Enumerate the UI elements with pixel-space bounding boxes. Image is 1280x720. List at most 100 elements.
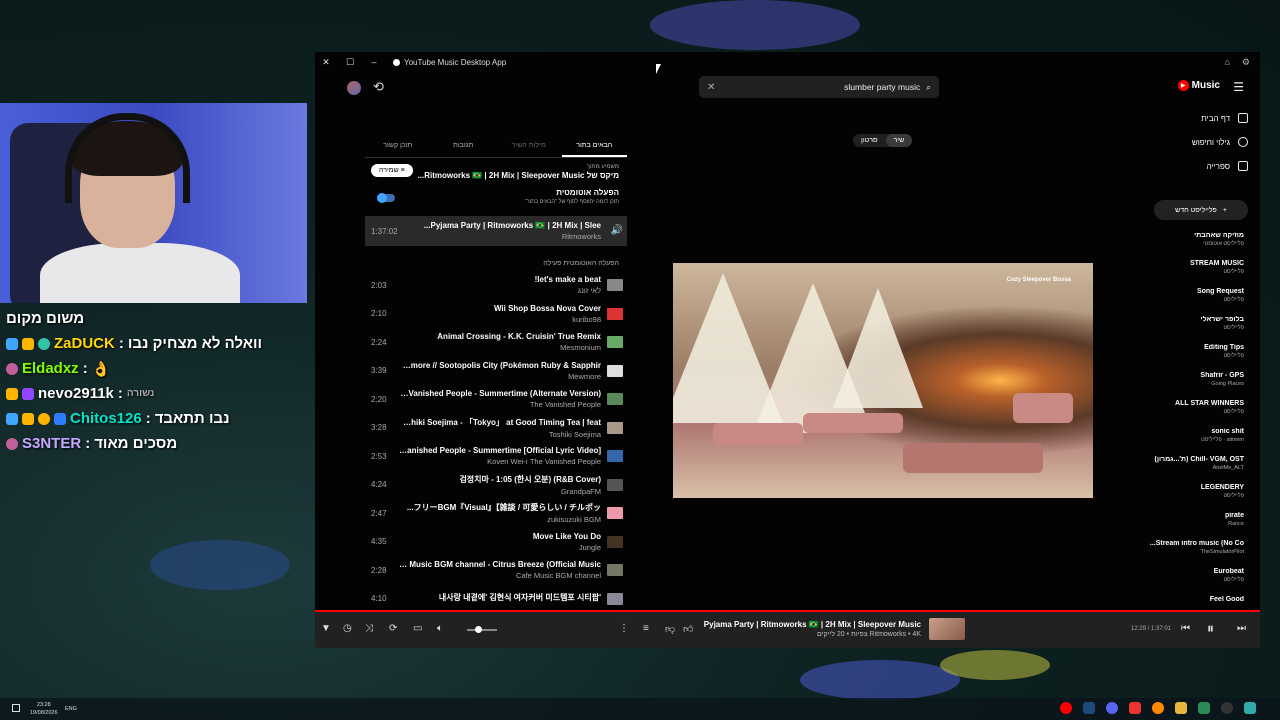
volume-icon[interactable]: 🔈︎: [437, 623, 443, 634]
queue-item[interactable]: 검정치마 - 1:05 (한시 오분) (R&B Cover) GrandpaFM…: [365, 471, 627, 500]
close-icon[interactable]: ✕: [321, 57, 331, 68]
track-duration: 4:10: [371, 594, 387, 604]
nav-library[interactable]: ספרייה: [1142, 154, 1260, 178]
track-artist: Mewmore: [568, 371, 601, 381]
queue-item[interactable]: Cafe Music BGM channel - Citrus Breeze (…: [365, 556, 627, 585]
youtube-music-taskbar-icon[interactable]: [1060, 702, 1072, 714]
track-duration: 2:28: [371, 565, 387, 575]
queue-item[interactable]: The Vanished People - Summertime (Altern…: [365, 385, 627, 414]
track-artist: Mesmonium: [560, 343, 601, 353]
tab-lyrics[interactable]: מילות השיר: [496, 134, 562, 157]
settings-icon[interactable]: ⚙: [1242, 57, 1250, 68]
app-taskbar-icon[interactable]: [1244, 702, 1256, 714]
now-playing[interactable]: Pyjama Party | Ritmoworks 🇧🇷 | 2H Mix | …: [704, 618, 965, 640]
maximize-icon[interactable]: ☐: [345, 57, 355, 68]
queue-item[interactable]: let's make a beat! לאי זונג 2:03: [365, 271, 627, 300]
like-icon[interactable]: 👍︎: [683, 623, 693, 635]
queue-item[interactable]: Animal Crossing - K.K. Cruisin' True Rem…: [365, 328, 627, 357]
queue-icon[interactable]: ≡: [643, 623, 649, 634]
playlist-name: בלופר ישראלי: [1200, 316, 1244, 323]
volume-slider[interactable]: [467, 626, 497, 633]
floor-cushion: [713, 423, 803, 445]
playlist-item[interactable]: מוזיקה שאהבתי פלייליסט אוטומטי: [1142, 232, 1260, 260]
language-indicator[interactable]: ENG: [65, 706, 77, 712]
queue-item[interactable]: Mewmore // Sootopolis City (Pokémon Ruby…: [365, 357, 627, 386]
previous-icon[interactable]: ⏮: [1181, 623, 1190, 634]
playlist-item[interactable]: Stream intro music (No Co... TheSimulator…: [1142, 540, 1260, 568]
playlist-item[interactable]: pirate Rance: [1142, 512, 1260, 540]
playlist-item[interactable]: STREAM MUSIC פלייליסט: [1142, 260, 1260, 288]
menu-icon[interactable]: ☰: [1233, 80, 1244, 94]
chat-username: ZaDUCK: [54, 335, 115, 352]
queue-item[interactable]: フリーBGM『Visual』【雑談 / 可愛らしい / チルポッ... zukis…: [365, 499, 627, 528]
firefox-taskbar-icon[interactable]: [1152, 702, 1164, 714]
autoplay-toggle[interactable]: [377, 193, 395, 203]
webcam-body: [40, 243, 240, 303]
steam-taskbar-icon[interactable]: [1083, 702, 1095, 714]
track-title: Cafe Music BGM channel - Citrus Breeze (…: [399, 560, 601, 570]
playlist-item[interactable]: בלופר ישראלי פלייליסט: [1142, 316, 1260, 344]
more-options-icon[interactable]: ⋮: [619, 623, 629, 634]
chat-text: משום מקום: [6, 310, 85, 327]
home-icon[interactable]: ⌂: [1224, 57, 1229, 68]
pause-icon[interactable]: ⏸: [1207, 620, 1214, 637]
queue-item[interactable]: The Vanished People - Summertime [Offici…: [365, 442, 627, 471]
track-artist: The Vanished People: [529, 400, 601, 410]
playlist-item[interactable]: Song Request פלייליסט: [1142, 288, 1260, 316]
nav-home[interactable]: דף הבית: [1142, 106, 1260, 130]
playlist-item[interactable]: Editing Tips פלייליסט: [1142, 344, 1260, 372]
tab-up-next[interactable]: הבאים בתור: [561, 134, 627, 157]
playlist-owner: פלייליסט: [1223, 297, 1244, 303]
song-option[interactable]: שיר: [885, 134, 913, 147]
chat-message: משום מקום: [0, 306, 310, 331]
playlist-item[interactable]: LEGENDERY פלייליסט: [1142, 484, 1260, 512]
song-video-toggle[interactable]: סרטון שיר: [853, 134, 913, 147]
repeat-icon[interactable]: ⟳: [389, 623, 397, 634]
new-playlist-button[interactable]: + פלייליסט חדש: [1154, 200, 1248, 220]
app-taskbar-icon[interactable]: [1198, 702, 1210, 714]
obs-taskbar-icon[interactable]: [1221, 702, 1233, 714]
track-title: Animal Crossing - K.K. Cruisin' True Rem…: [437, 332, 601, 342]
playlist-owner: פלייליסט: [1223, 353, 1244, 359]
youtube-music-logo[interactable]: ▶ Music: [1177, 80, 1220, 91]
folder-taskbar-icon[interactable]: [1175, 702, 1187, 714]
minimize-icon[interactable]: –: [369, 57, 379, 67]
notification-icon[interactable]: [12, 704, 20, 712]
queue-item[interactable]: Toshiki Soejima - 「Tokyo」 at Good Timing…: [365, 414, 627, 443]
avatar[interactable]: [347, 81, 361, 95]
track-thumbnail: [607, 592, 623, 605]
search-box[interactable]: ✕ slumber party music ⌕: [699, 76, 939, 98]
playlist-item[interactable]: Chill- VGM, OST (ת'...גמרון) ArielMe_ALT: [1142, 456, 1260, 484]
playlist-item[interactable]: Eurobeat פלייליסט: [1142, 568, 1260, 596]
playlist-owner: פלייליסט: [1223, 269, 1244, 275]
discord-taskbar-icon[interactable]: [1106, 702, 1118, 714]
video-player[interactable]: Cozy Sleepover Bossa: [673, 263, 1093, 498]
search-input[interactable]: slumber party music: [844, 82, 920, 92]
taskbar-clock[interactable]: 23:28 19/08/2026: [30, 701, 58, 717]
current-track-row[interactable]: 🔊 Pyjama Party | Ritmoworks 🇧🇷 | 2H Mix …: [365, 216, 627, 246]
queue-item[interactable]: '내사랑 내곁에' 김현식 여자커버 미드템포 시티팝 4:10: [365, 585, 627, 611]
clear-search-icon[interactable]: ✕: [707, 82, 715, 93]
queue-item[interactable]: Wii Shop Bossa Nova Cover kuribo98 2:10: [365, 300, 627, 329]
save-button[interactable]: ≡ שמירה: [371, 164, 413, 177]
playlist-item[interactable]: Shafrir - GPS Going Places: [1142, 372, 1260, 400]
search-icon[interactable]: ⌕: [926, 82, 931, 93]
dislike-icon[interactable]: 👎︎: [665, 623, 675, 635]
crown-icon: [22, 337, 34, 350]
track-title: 검정치마 - 1:05 (한시 오분) (R&B Cover): [459, 474, 601, 484]
captions-icon[interactable]: ▭: [413, 623, 422, 634]
playlist-item[interactable]: ALL STAR WINNERS פלייליסט: [1142, 400, 1260, 428]
chat-text: נשורה: [126, 388, 155, 399]
app-taskbar-icon[interactable]: [1129, 702, 1141, 714]
tab-related[interactable]: תוכן קשור: [365, 134, 431, 157]
next-icon[interactable]: ⏭: [1237, 623, 1246, 634]
playlist-item[interactable]: sonic shit stitmim · פלייליסט: [1142, 428, 1260, 456]
tab-comments[interactable]: תגובות: [431, 134, 497, 157]
sleep-timer-icon[interactable]: ◷: [343, 623, 352, 634]
shuffle-icon[interactable]: ⤨: [365, 623, 373, 634]
history-icon[interactable]: ⟲: [373, 79, 384, 95]
video-option[interactable]: סרטון: [853, 134, 886, 147]
collapse-icon[interactable]: ▼: [321, 623, 331, 634]
queue-item[interactable]: Move Like You Do Jungle 4:35: [365, 528, 627, 557]
nav-explore[interactable]: גילוי וחיפוש: [1142, 130, 1260, 154]
